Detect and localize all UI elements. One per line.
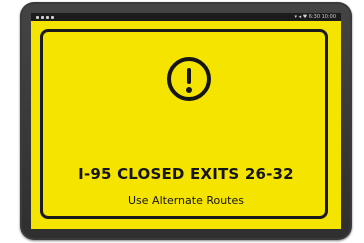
status-bar: ▾ ◂ ♥ 6:30 10:00 bbox=[31, 13, 341, 21]
notification-icon bbox=[51, 15, 54, 19]
status-icons-right: ▾ ◂ ♥ 6:30 10:00 bbox=[295, 13, 337, 21]
alert-subline: Use Alternate Routes bbox=[128, 194, 244, 207]
notification-icon bbox=[46, 15, 49, 19]
exclamation-dot bbox=[186, 87, 192, 93]
tablet-screen: ▾ ◂ ♥ 6:30 10:00 I-95 CLOSED EXITS 26-32… bbox=[31, 13, 341, 229]
notification-icon bbox=[36, 15, 39, 19]
alert-headline: I-95 CLOSED EXITS 26-32 bbox=[78, 165, 294, 183]
notification-icon bbox=[41, 15, 44, 19]
exclamation-bar bbox=[187, 68, 191, 84]
tablet-device: ▾ ◂ ♥ 6:30 10:00 I-95 CLOSED EXITS 26-32… bbox=[20, 2, 352, 240]
status-icons-left bbox=[36, 13, 54, 21]
exclamation-circle-icon bbox=[167, 57, 211, 101]
status-right-text: ▾ ◂ ♥ 6:30 10:00 bbox=[294, 14, 337, 20]
